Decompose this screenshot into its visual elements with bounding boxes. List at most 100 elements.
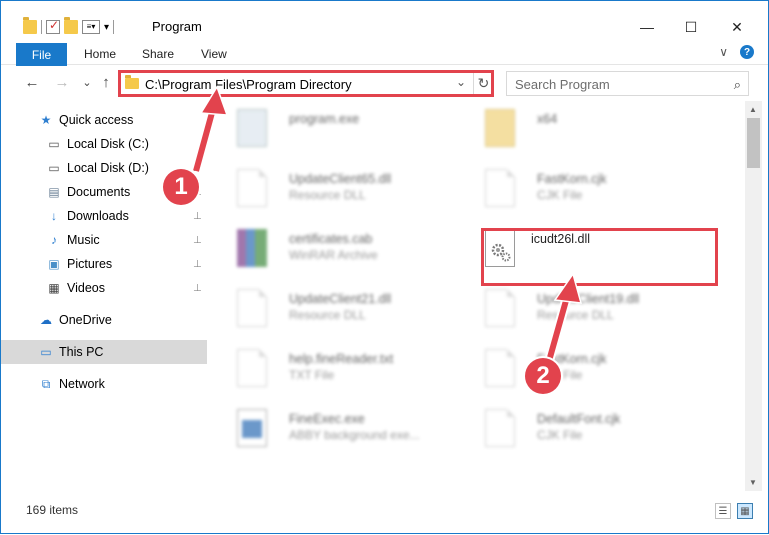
close-button[interactable]: ✕ xyxy=(715,18,759,36)
file-name: UpdateClient19.dll xyxy=(537,292,640,306)
maximize-button[interactable]: ☐ xyxy=(669,18,713,36)
archive-icon xyxy=(237,229,267,267)
file-list: program.exe x64 UpdateClient65.dll Resou… xyxy=(209,101,745,491)
file-item[interactable]: FastKorn.cjk CJK File xyxy=(457,161,687,219)
file-name: program.exe xyxy=(289,112,360,126)
customize-toolbar-icon[interactable]: ≡▾ xyxy=(82,20,100,34)
details-view-icon[interactable]: ☰ xyxy=(715,503,731,519)
file-type: CJK File xyxy=(537,428,583,442)
file-icon xyxy=(485,169,515,207)
file-item[interactable]: FastKorn.cjk CJK File xyxy=(457,341,687,399)
separator xyxy=(41,20,42,34)
search-box[interactable]: Search Program ⌕ xyxy=(506,71,749,96)
target-file-highlight-box xyxy=(481,228,718,286)
callout-badge-2: 2 xyxy=(525,358,561,394)
exe-window-icon xyxy=(237,409,267,447)
pin-icon[interactable]: ⊥ xyxy=(193,259,202,270)
computer-icon: ▭ xyxy=(40,345,52,359)
sidebar-item-label: Documents xyxy=(67,185,131,199)
vertical-scrollbar[interactable]: ▲ ▼ xyxy=(745,101,762,491)
navigation-pane: ★ Quick access ▭ Local Disk (C:) ▭ Local… xyxy=(1,101,209,491)
file-type: WinRAR Archive xyxy=(289,248,378,262)
status-bar: 169 items ☰ ▦ xyxy=(1,499,768,523)
sidebar-item-local-disk-c[interactable]: ▭ Local Disk (C:) xyxy=(1,132,207,156)
file-name: help.fineReader.txt xyxy=(289,352,394,366)
minimize-button[interactable]: — xyxy=(625,18,669,36)
folder-icon[interactable] xyxy=(23,17,37,34)
tab-home[interactable]: Home xyxy=(84,47,116,61)
new-folder-icon[interactable] xyxy=(64,17,78,34)
sidebar-item-label: Videos xyxy=(67,281,105,295)
sidebar-item-quick-access[interactable]: ★ Quick access xyxy=(1,108,207,132)
pin-icon[interactable]: ⊥ xyxy=(193,163,202,174)
file-item[interactable]: UpdateClient21.dll Resource DLL xyxy=(209,281,439,339)
file-type: Resource DLL xyxy=(289,188,366,202)
sidebar-item-label: Network xyxy=(59,377,105,391)
scroll-up-icon[interactable]: ▲ xyxy=(749,105,757,114)
file-icon xyxy=(237,289,267,327)
file-item[interactable]: FineExec.exe ABBY background exe... xyxy=(209,401,439,459)
file-type: ABBY background exe... xyxy=(289,428,420,442)
file-item[interactable]: help.fineReader.txt TXT File xyxy=(209,341,439,399)
expand-ribbon-icon[interactable]: ∨ xyxy=(719,45,728,59)
sidebar-item-label: Local Disk (D:) xyxy=(67,161,149,175)
item-count: 169 items xyxy=(26,503,79,517)
file-name: certificates.cab xyxy=(289,232,373,246)
toolbar-dropdown-icon[interactable]: ▾ xyxy=(104,22,109,33)
title-bar: ✓ ≡▾ ▾ Program — ☐ ✕ xyxy=(1,1,768,38)
file-name: DefaultFont.cjk xyxy=(537,412,621,426)
file-icon xyxy=(485,289,515,327)
back-button[interactable]: ← xyxy=(23,73,41,91)
onedrive-icon: ☁ xyxy=(40,313,52,327)
callout-badge-1: 1 xyxy=(163,169,199,205)
sidebar-item-downloads[interactable]: ↓ Downloads ⊥ xyxy=(1,204,207,228)
file-icon xyxy=(237,169,267,207)
pin-icon[interactable]: ⊥ xyxy=(193,235,202,246)
sidebar-item-network[interactable]: ⧉ Network xyxy=(1,372,207,396)
file-item[interactable]: certificates.cab WinRAR Archive xyxy=(209,221,439,279)
scroll-down-icon[interactable]: ▼ xyxy=(749,478,757,487)
network-icon: ⧉ xyxy=(41,376,51,391)
file-item[interactable]: DefaultFont.cjk CJK File xyxy=(457,401,687,459)
forward-button[interactable]: → xyxy=(53,73,71,91)
sidebar-item-videos[interactable]: ▦ Videos ⊥ xyxy=(1,276,207,300)
file-item-program-exe[interactable]: program.exe xyxy=(209,101,439,159)
recent-locations-button[interactable]: ⌄ xyxy=(78,73,96,91)
sidebar-item-pictures[interactable]: ▣ Pictures ⊥ xyxy=(1,252,207,276)
file-item[interactable]: UpdateClient65.dll Resource DLL xyxy=(209,161,439,219)
explorer-window: ✓ ≡▾ ▾ Program — ☐ ✕ File Home Share Vie… xyxy=(0,0,769,534)
sidebar-item-onedrive[interactable]: ☁ OneDrive xyxy=(1,308,207,332)
sidebar-item-this-pc[interactable]: ▭ This PC xyxy=(1,340,207,364)
drive-icon: ▭ xyxy=(48,137,60,151)
sidebar-item-music[interactable]: ♪ Music ⊥ xyxy=(1,228,207,252)
up-button[interactable]: ↑ xyxy=(97,73,115,91)
pin-icon[interactable]: ⊥ xyxy=(193,283,202,294)
navigation-bar: ← → ⌄ ↑ C:\Program Files\Program Directo… xyxy=(1,67,768,99)
help-icon[interactable]: ? xyxy=(740,45,754,59)
exe-icon xyxy=(237,109,267,147)
sidebar-item-label: Music xyxy=(67,233,100,247)
properties-check-icon[interactable]: ✓ xyxy=(46,18,60,34)
tab-view[interactable]: View xyxy=(201,47,227,61)
scroll-thumb[interactable] xyxy=(747,118,760,168)
sidebar-item-label: Quick access xyxy=(59,113,134,127)
file-item[interactable]: UpdateClient19.dll Resource DLL xyxy=(457,281,687,339)
search-icon[interactable]: ⌕ xyxy=(734,77,741,93)
tab-file[interactable]: File xyxy=(16,43,67,66)
ribbon-controls: ∨ ? xyxy=(719,45,754,59)
sidebar-item-label: This PC xyxy=(59,345,104,359)
sidebar-item-label: OneDrive xyxy=(59,313,112,327)
tab-share[interactable]: Share xyxy=(142,47,174,61)
sidebar-item-label: Local Disk (C:) xyxy=(67,137,149,151)
file-name: UpdateClient21.dll xyxy=(289,292,392,306)
ribbon-tabs: File Home Share View ∨ ? xyxy=(1,41,768,66)
drive-icon: ▭ xyxy=(48,161,60,175)
pin-icon[interactable]: ⊥ xyxy=(193,211,202,222)
file-name: UpdateClient65.dll xyxy=(289,172,392,186)
large-icons-view-icon[interactable]: ▦ xyxy=(737,503,753,519)
folder-item-x64[interactable]: x64 xyxy=(457,101,687,159)
search-placeholder[interactable]: Search Program xyxy=(515,77,610,92)
videos-icon: ▦ xyxy=(48,281,60,295)
sidebar-item-label: Pictures xyxy=(67,257,113,271)
star-icon: ★ xyxy=(40,113,52,127)
